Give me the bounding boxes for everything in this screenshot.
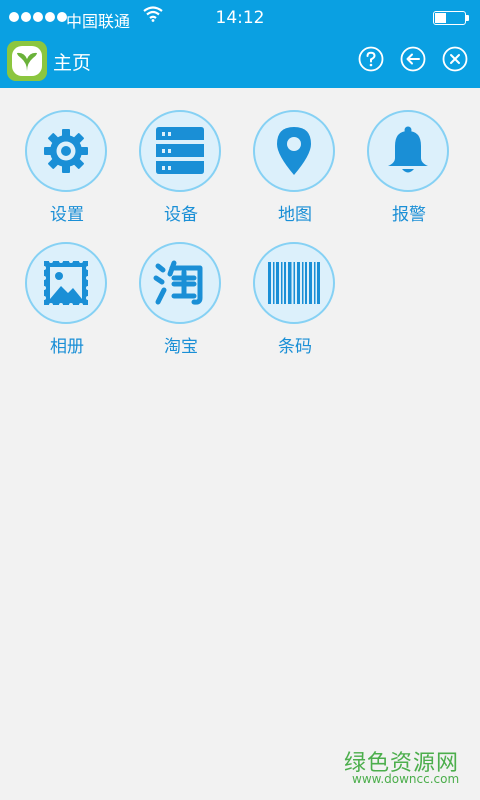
menu-item-label: 设备	[164, 205, 198, 225]
menu-item-label: 设置	[50, 205, 84, 225]
nav-bar: 主页	[0, 36, 480, 88]
back-icon[interactable]	[400, 46, 426, 72]
gear-icon	[44, 129, 88, 173]
help-icon[interactable]	[358, 46, 384, 72]
menu-item-album[interactable]: 相册	[12, 242, 122, 362]
app-logo-icon	[7, 41, 47, 81]
status-time: 14:12	[215, 8, 265, 28]
battery-icon	[433, 11, 466, 25]
menu-item-map[interactable]: 地图	[240, 110, 350, 230]
photo-album-icon	[42, 259, 90, 307]
menu-item-barcode[interactable]: 条码	[240, 242, 350, 362]
status-bar: 中国联通 14:12	[0, 0, 480, 36]
menu-item-devices[interactable]: 设备	[126, 110, 236, 230]
map-pin-icon	[277, 127, 311, 175]
watermark-url: www.downcc.com	[352, 772, 460, 786]
menu-item-label: 淘宝	[164, 337, 198, 357]
page-title: 主页	[53, 52, 92, 74]
menu-item-alarm[interactable]: 报警	[354, 110, 464, 230]
taobao-icon	[153, 260, 203, 305]
close-icon[interactable]	[442, 46, 468, 72]
bell-icon	[388, 126, 428, 173]
menu-item-label: 条码	[278, 337, 312, 357]
menu-item-label: 地图	[278, 205, 312, 225]
menu-item-settings[interactable]: 设置	[12, 110, 122, 230]
barcode-icon	[268, 262, 320, 304]
menu-item-taobao[interactable]: 淘宝	[126, 242, 236, 362]
menu-item-label: 报警	[392, 205, 426, 225]
menu-item-label: 相册	[50, 337, 84, 357]
server-icon	[156, 127, 204, 174]
